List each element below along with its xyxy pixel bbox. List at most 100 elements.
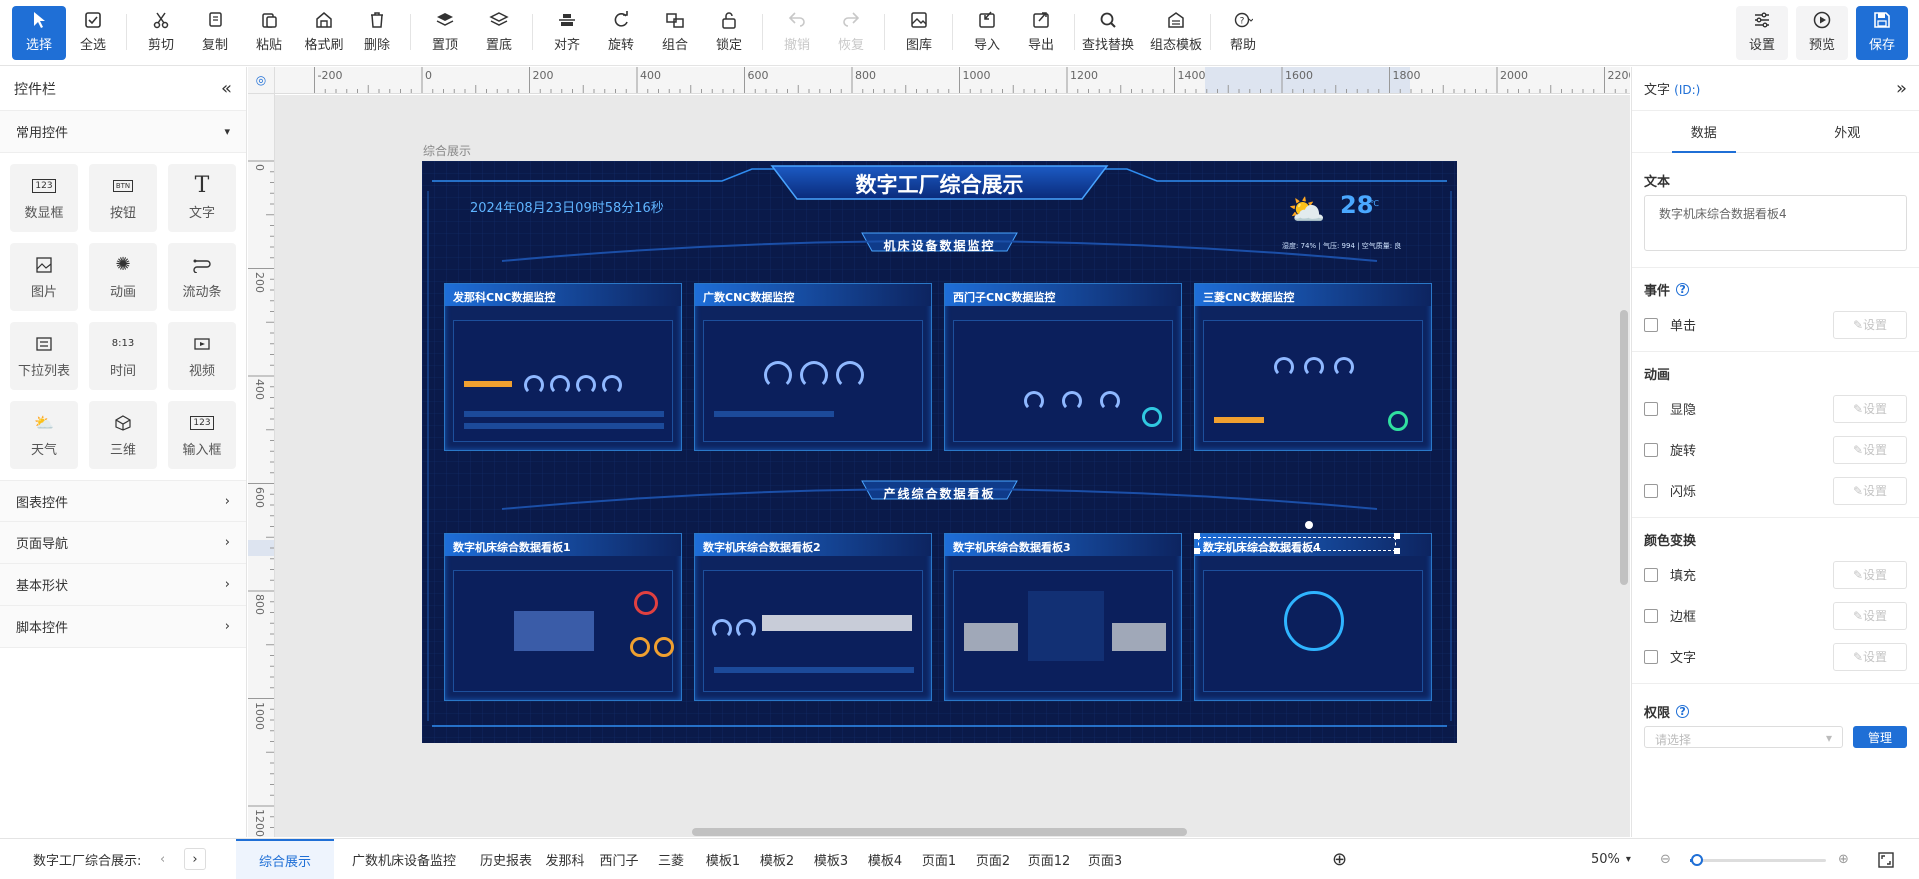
vertical-scrollbar[interactable]: [1620, 310, 1628, 585]
page-tab[interactable]: 三菱: [646, 839, 696, 879]
dashboard-screen[interactable]: 数字工厂综合展示 2024年08月23日09时58分16秒 ⛅ 28 ℃ 湿度:…: [422, 161, 1457, 743]
blink-checkbox[interactable]: 闪烁: [1644, 481, 1696, 500]
page-tab[interactable]: 模板4: [858, 839, 912, 879]
widget-dropdown[interactable]: 下拉列表: [10, 322, 78, 390]
blink-setting-button[interactable]: ✎ 设置: [1833, 476, 1907, 505]
widget-3d[interactable]: 三维: [89, 401, 157, 469]
border-setting-button[interactable]: ✎ 设置: [1833, 601, 1907, 630]
text-value-field[interactable]: 数字机床综合数据看板4: [1644, 195, 1907, 251]
page-tab[interactable]: 页面3: [1078, 839, 1132, 879]
widget-input[interactable]: 123 输入框: [168, 401, 236, 469]
rotate-handle[interactable]: [1305, 521, 1313, 529]
select-button[interactable]: 选择: [12, 6, 66, 60]
panel-siemens[interactable]: 西门子CNC数据监控: [944, 283, 1182, 451]
undo-button[interactable]: 撤销: [772, 10, 822, 60]
delete-button[interactable]: 删除: [352, 10, 402, 60]
select-all-button[interactable]: 全选: [68, 10, 118, 60]
page-tab[interactable]: 页面12: [1020, 839, 1078, 879]
page-tab[interactable]: 广数机床设备监控: [334, 839, 474, 879]
show-hide-setting-button[interactable]: ✎ 设置: [1833, 394, 1907, 423]
show-hide-checkbox[interactable]: 显隐: [1644, 399, 1696, 418]
rotate-button[interactable]: 旋转: [596, 10, 646, 60]
chart-widgets-section[interactable]: 图表控件 ›: [0, 480, 246, 522]
widget-flow-bar[interactable]: 流动条: [168, 243, 236, 311]
resize-handle[interactable]: [1194, 548, 1200, 554]
add-page-icon[interactable]: ⊕: [1332, 839, 1347, 879]
prev-page-icon[interactable]: ‹: [160, 839, 165, 879]
horizontal-scrollbar[interactable]: [692, 828, 1187, 836]
format-brush-button[interactable]: 格式刷: [298, 10, 350, 60]
page-tab[interactable]: 西门子: [592, 839, 646, 879]
border-checkbox[interactable]: 边框: [1644, 606, 1696, 625]
group-button[interactable]: 组合: [650, 10, 700, 60]
panel-board-2[interactable]: 数字机床综合数据看板2: [694, 533, 932, 701]
zoom-slider[interactable]: [1690, 854, 1826, 866]
panel-fanuc[interactable]: 发那科CNC数据监控: [444, 283, 682, 451]
click-setting-button[interactable]: ✎ 设置: [1833, 310, 1907, 339]
widget-time[interactable]: 8:13 时间: [89, 322, 157, 390]
template-button[interactable]: 组态模板: [1148, 10, 1204, 60]
rotate-setting-button[interactable]: ✎ 设置: [1833, 435, 1907, 464]
resize-handle[interactable]: [1394, 548, 1400, 554]
export-button[interactable]: 导出: [1016, 10, 1066, 60]
page-tab[interactable]: 历史报表: [474, 839, 538, 879]
panel-gsk[interactable]: 广数CNC数据监控: [694, 283, 932, 451]
rotate-checkbox[interactable]: 旋转: [1644, 440, 1696, 459]
widget-text[interactable]: T 文字: [168, 164, 236, 232]
zoom-in-icon[interactable]: ⊕: [1838, 839, 1849, 879]
panel-board-1[interactable]: 数字机床综合数据看板1: [444, 533, 682, 701]
copy-button[interactable]: 复制: [190, 10, 240, 60]
manage-button[interactable]: 管理: [1853, 726, 1907, 748]
page-tab[interactable]: 模板1: [696, 839, 750, 879]
widget-image[interactable]: 图片: [10, 243, 78, 311]
fill-checkbox[interactable]: 填充: [1644, 565, 1696, 584]
text-color-setting-button[interactable]: ✎ 设置: [1833, 642, 1907, 671]
page-tab[interactable]: 页面1: [912, 839, 966, 879]
redo-button[interactable]: 恢复: [826, 10, 876, 60]
fill-setting-button[interactable]: ✎ 设置: [1833, 560, 1907, 589]
send-bottom-button[interactable]: 置底: [474, 10, 524, 60]
paste-button[interactable]: 粘贴: [244, 10, 294, 60]
gallery-button[interactable]: 图库: [894, 10, 944, 60]
text-color-checkbox[interactable]: 文字: [1644, 647, 1696, 666]
info-icon[interactable]: ?: [1676, 704, 1690, 718]
zoom-level[interactable]: 50% ▾: [1591, 839, 1631, 879]
click-checkbox[interactable]: 单击: [1644, 315, 1696, 334]
preview-button[interactable]: 预览: [1796, 6, 1848, 60]
ruler-origin-icon[interactable]: ◎: [248, 67, 275, 94]
info-icon[interactable]: ?: [1676, 282, 1690, 296]
page-nav-section[interactable]: 页面导航 ›: [0, 522, 246, 564]
lock-button[interactable]: 锁定: [704, 10, 754, 60]
collapse-right-icon[interactable]: »: [1896, 78, 1907, 99]
align-button[interactable]: 对齐: [542, 10, 592, 60]
page-tab[interactable]: 模板3: [804, 839, 858, 879]
panel-board-4[interactable]: 数字机床综合数据看板4: [1194, 533, 1432, 701]
tab-data[interactable]: 数据: [1632, 111, 1776, 153]
zoom-slider-thumb[interactable]: [1690, 854, 1703, 866]
page-tab[interactable]: 页面2: [966, 839, 1020, 879]
help-button[interactable]: ? 帮助: [1218, 10, 1268, 60]
settings-button[interactable]: 设置: [1736, 6, 1788, 60]
page-tab[interactable]: 模板2: [750, 839, 804, 879]
collapse-left-icon[interactable]: «: [221, 78, 232, 99]
save-button[interactable]: 保存: [1856, 6, 1908, 60]
cut-button[interactable]: 剪切: [136, 10, 186, 60]
panel-mitsubishi[interactable]: 三菱CNC数据监控: [1194, 283, 1432, 451]
fullscreen-icon[interactable]: [1878, 839, 1894, 879]
zoom-out-icon[interactable]: ⊖: [1660, 839, 1671, 879]
common-widgets-section[interactable]: 常用控件 ▾: [0, 111, 246, 153]
basic-shapes-section[interactable]: 基本形状 ›: [0, 564, 246, 606]
widget-number-display[interactable]: 123 数显框: [10, 164, 78, 232]
resize-handle[interactable]: [1194, 533, 1200, 539]
find-replace-button[interactable]: 查找替换: [1080, 10, 1136, 60]
widget-button[interactable]: BTN 按钮: [89, 164, 157, 232]
import-button[interactable]: 导入: [962, 10, 1012, 60]
bring-top-button[interactable]: 置顶: [420, 10, 470, 60]
panel-board-3[interactable]: 数字机床综合数据看板3: [944, 533, 1182, 701]
permission-select[interactable]: 请选择 ▾: [1644, 726, 1843, 748]
widget-video[interactable]: 视频: [168, 322, 236, 390]
page-tab[interactable]: 综合展示: [236, 839, 334, 879]
widget-weather[interactable]: ⛅ 天气: [10, 401, 78, 469]
widget-animation[interactable]: ✺ 动画: [89, 243, 157, 311]
tab-appearance[interactable]: 外观: [1776, 111, 1919, 152]
